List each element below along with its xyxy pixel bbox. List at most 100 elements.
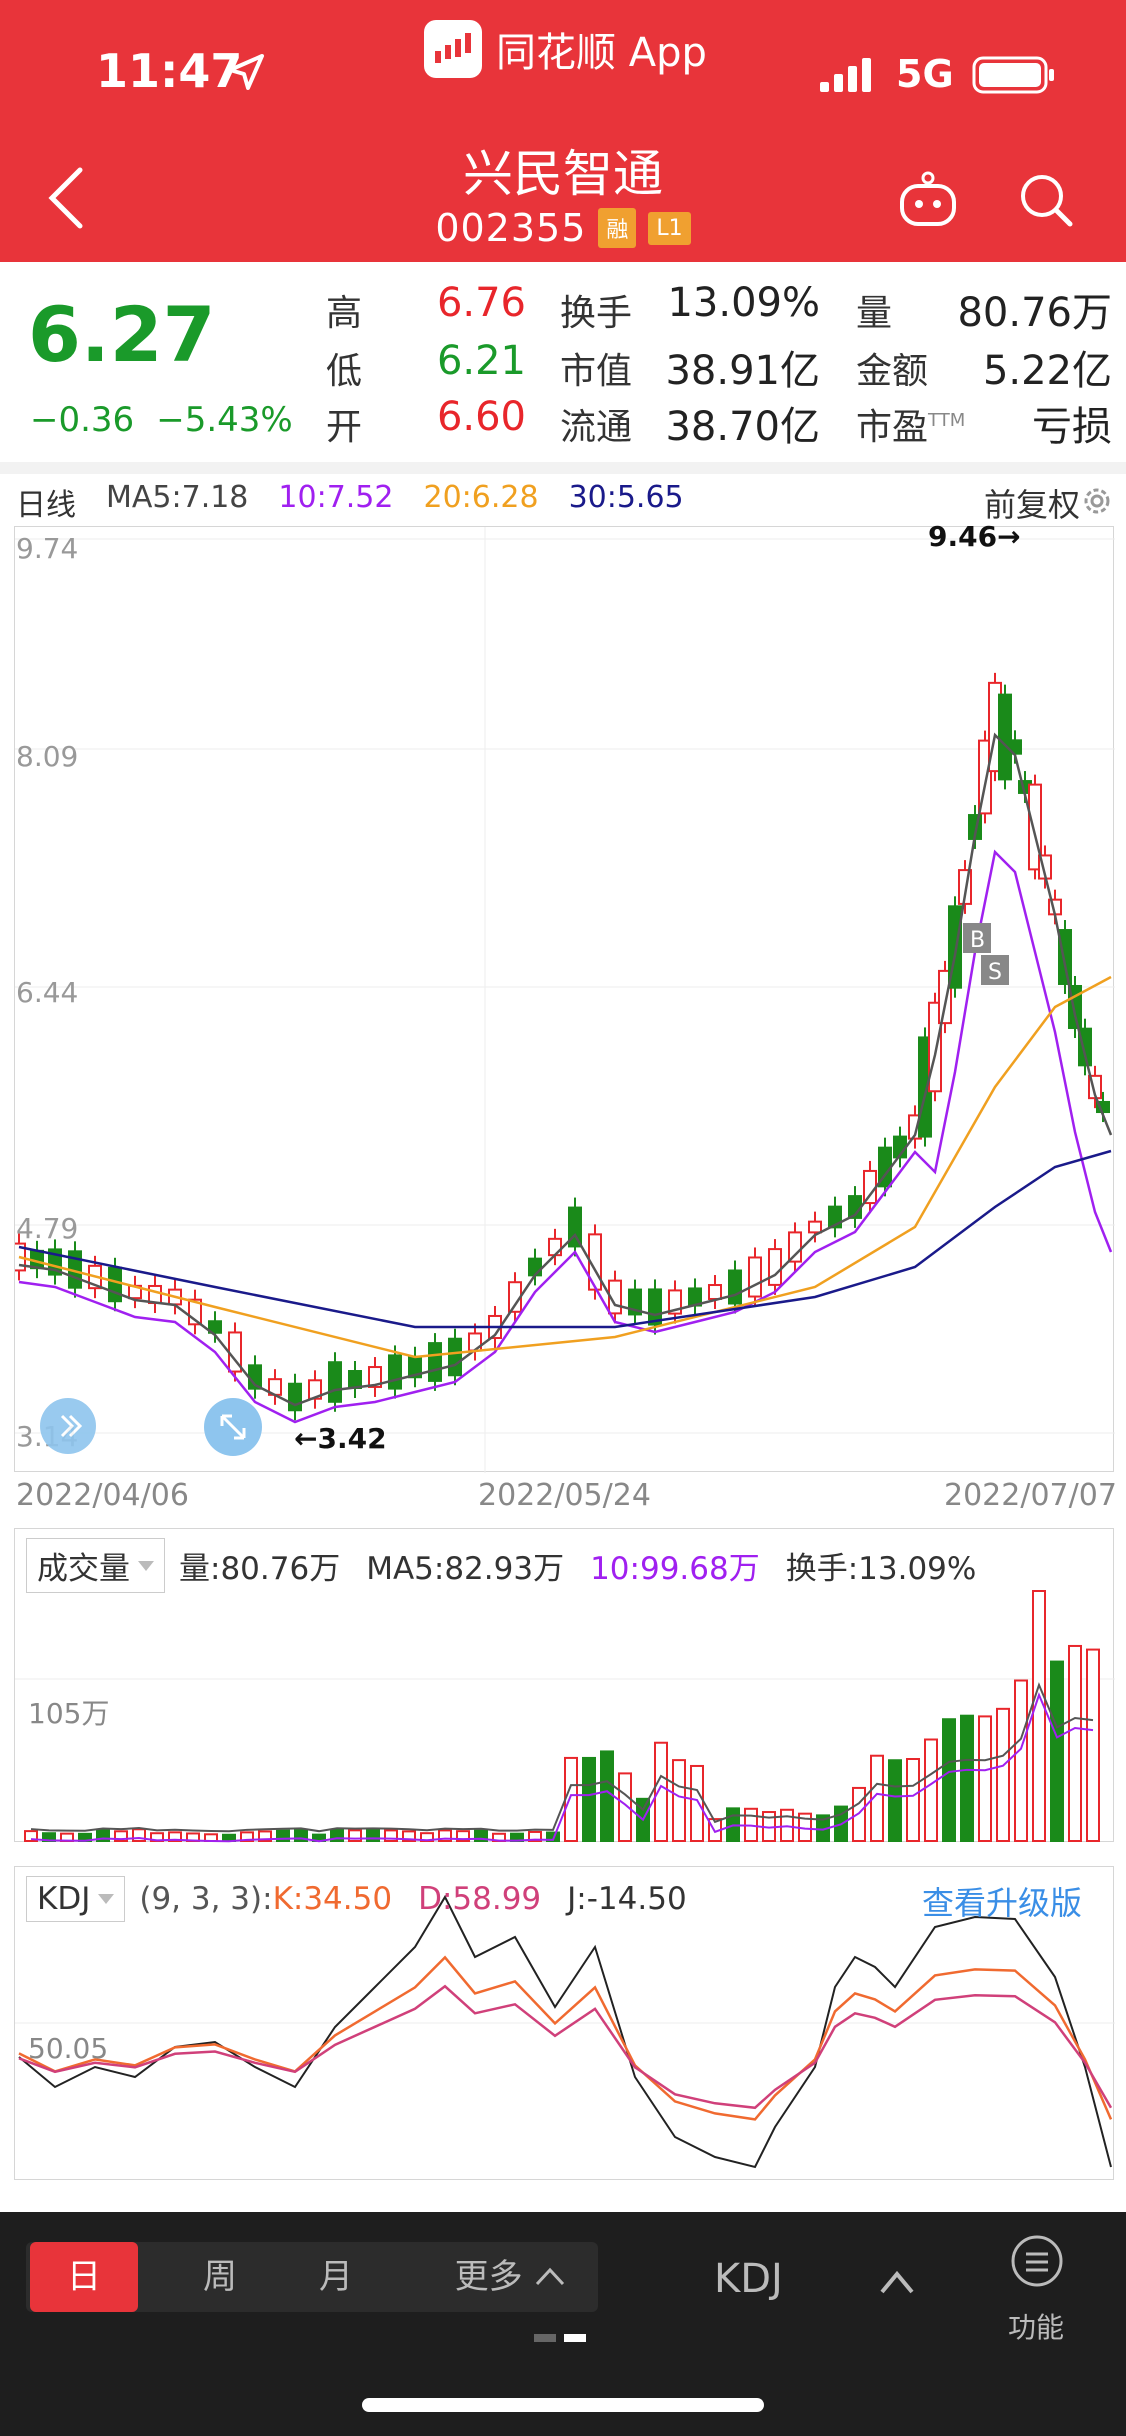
kdj-k: K:34.50 bbox=[272, 1881, 393, 1917]
volume-bar bbox=[582, 1756, 596, 1842]
volume-bar bbox=[996, 1707, 1010, 1842]
ma5-legend: MA5:7.18 bbox=[106, 480, 249, 515]
indicator-selector[interactable]: KDJ bbox=[714, 2256, 783, 2302]
divider bbox=[0, 462, 1126, 474]
pe-label: 市盈TTM bbox=[856, 407, 966, 448]
change-amount: −0.36 bbox=[30, 400, 135, 440]
menu-icon[interactable] bbox=[1010, 2234, 1064, 2288]
ma10-legend: 10:7.52 bbox=[278, 480, 394, 515]
pe-value: 亏损 bbox=[1032, 404, 1112, 450]
app-badge[interactable]: 同花顺 App bbox=[424, 20, 707, 78]
high-label: 高 bbox=[326, 293, 363, 334]
signal-icon bbox=[820, 58, 871, 92]
candle-body bbox=[863, 1169, 877, 1205]
low-value: 6.21 bbox=[436, 338, 526, 384]
candle-body bbox=[708, 1284, 722, 1300]
sell-marker-label: S bbox=[988, 960, 1002, 985]
volume-bar bbox=[1050, 1660, 1064, 1842]
volume-bar bbox=[978, 1715, 992, 1842]
turnover-label: 换手 bbox=[560, 293, 633, 334]
volume-bar bbox=[1086, 1648, 1100, 1843]
open-value: 6.60 bbox=[436, 394, 526, 440]
candle-body bbox=[998, 693, 1012, 781]
tab-week[interactable]: 周 bbox=[166, 2242, 274, 2312]
date-end: 2022/07/07 bbox=[944, 1478, 1117, 1513]
home-indicator[interactable] bbox=[362, 2398, 764, 2412]
kdj-legend: KDJ (9, 3, 3): K:34.50 D:58.99 J:-14.50 bbox=[26, 1876, 687, 1922]
volume-bar bbox=[690, 1764, 704, 1842]
margin-tag: 融 bbox=[598, 208, 637, 248]
volume-bar bbox=[960, 1714, 974, 1843]
chevron-down-icon bbox=[138, 1560, 154, 1571]
volume-bar bbox=[600, 1750, 614, 1842]
candlestick-chart[interactable]: BS bbox=[12, 526, 1115, 1473]
kdj-k-line bbox=[18, 1955, 1113, 2121]
upgrade-link[interactable]: 查看升级版 bbox=[922, 1878, 1082, 1924]
min-price-marker: ←3.42 bbox=[294, 1422, 387, 1455]
battery-icon bbox=[972, 56, 1054, 94]
candle-body bbox=[748, 1256, 762, 1298]
fullscreen-expand-button[interactable] bbox=[204, 1398, 262, 1456]
volume-selector[interactable]: 成交量 bbox=[26, 1538, 165, 1593]
volume-bar bbox=[564, 1756, 578, 1842]
location-arrow-icon bbox=[228, 54, 264, 90]
price-change: −0.36 −5.43% bbox=[30, 400, 315, 440]
amount-label: 金额 bbox=[856, 351, 929, 392]
open-label: 开 bbox=[326, 407, 363, 448]
candle-body bbox=[548, 1237, 562, 1257]
candle-body bbox=[108, 1266, 122, 1303]
tab-month[interactable]: 月 bbox=[282, 2242, 390, 2312]
robot-assistant-icon[interactable] bbox=[896, 170, 960, 230]
candle-body bbox=[728, 1269, 742, 1305]
high-value: 6.76 bbox=[436, 280, 526, 326]
function-label[interactable]: 功能 bbox=[1008, 2306, 1064, 2346]
gear-icon[interactable] bbox=[1080, 484, 1114, 518]
ma30-line bbox=[18, 1149, 1112, 1329]
ma30-legend: 30:5.65 bbox=[568, 480, 684, 515]
tab-day[interactable]: 日 bbox=[30, 2242, 138, 2312]
search-icon[interactable] bbox=[1018, 170, 1074, 230]
max-price-marker: 9.46→ bbox=[928, 520, 1021, 553]
collapse-button[interactable] bbox=[40, 1398, 96, 1454]
volume-legend: 成交量 量:80.76万 MA5:82.93万 10:99.68万 换手:13.… bbox=[26, 1538, 976, 1593]
float-value: 38.70亿 bbox=[665, 404, 820, 450]
candle-body bbox=[808, 1220, 822, 1234]
volume-value: 80.76万 bbox=[957, 290, 1112, 336]
volume-turnover: 换手:13.09% bbox=[785, 1551, 977, 1587]
candle-body bbox=[528, 1257, 542, 1277]
period-selector: 日 周 月 更多 bbox=[26, 2242, 598, 2312]
network-type: 5G bbox=[896, 52, 954, 96]
tab-more[interactable]: 更多 bbox=[436, 2242, 586, 2312]
volume-bar bbox=[906, 1758, 920, 1842]
date-mid: 2022/05/24 bbox=[478, 1478, 651, 1513]
app-name: 同花顺 App bbox=[496, 30, 707, 76]
volume-ma10: 10:99.68万 bbox=[590, 1551, 760, 1587]
page-indicator bbox=[534, 2334, 586, 2342]
app-logo-icon bbox=[424, 20, 482, 78]
ma10-line bbox=[18, 849, 1113, 1424]
volume-bar bbox=[924, 1738, 938, 1843]
volume-label: 量 bbox=[856, 293, 893, 334]
low-label: 低 bbox=[326, 351, 363, 392]
ma-legend: 日线 MA5:7.18 10:7.52 20:6.28 30:5.65 bbox=[16, 480, 714, 524]
chevron-up-icon[interactable] bbox=[878, 2266, 916, 2296]
volume-tick: 105万 bbox=[28, 1697, 110, 1730]
candle-body bbox=[328, 1361, 342, 1403]
quote-panel: 6.27 −0.36 −5.43% 高 6.76 低 6.21 开 6.60 换手… bbox=[0, 262, 1126, 462]
candle-body bbox=[148, 1284, 162, 1305]
top-header: 11:47 同花顺 App 5G 兴民智通 002355 融 L1 bbox=[0, 0, 1126, 262]
stock-code: 002355 bbox=[435, 206, 587, 250]
candlestick-svg: BS bbox=[12, 527, 1115, 1473]
candle-body bbox=[768, 1248, 782, 1286]
volume-bar bbox=[1068, 1644, 1082, 1842]
period-label: 日线 bbox=[16, 488, 76, 523]
kdj-selector[interactable]: KDJ bbox=[26, 1876, 126, 1922]
chevron-up-icon bbox=[536, 2267, 565, 2286]
bottom-toolbar: 日 周 月 更多 KDJ 功能 bbox=[0, 2212, 1126, 2436]
float-label: 流通 bbox=[560, 407, 633, 448]
amount-value: 5.22亿 bbox=[982, 348, 1112, 394]
volume-bar bbox=[1014, 1679, 1028, 1842]
kdj-params: (9, 3, 3): bbox=[139, 1881, 273, 1917]
volume-bar bbox=[888, 1759, 902, 1843]
candle-body bbox=[788, 1231, 802, 1263]
